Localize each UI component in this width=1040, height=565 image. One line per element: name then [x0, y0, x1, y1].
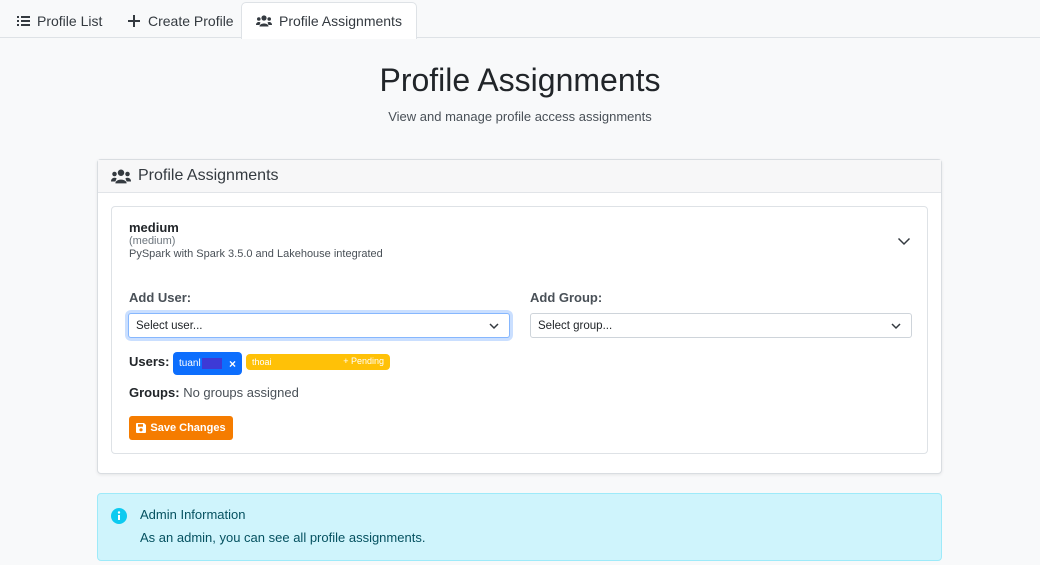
page-title: Profile Assignments: [379, 62, 661, 98]
admin-info-alert: Admin Information As an admin, you can s…: [97, 493, 942, 561]
chevron-down-icon: [891, 321, 901, 331]
profile-id: (medium): [129, 235, 176, 247]
alert-body: As an admin, you can see all profile ass…: [140, 530, 426, 545]
redaction-block: [201, 358, 222, 369]
add-user-select[interactable]: Select user...: [128, 313, 510, 338]
add-user-placeholder: Select user...: [136, 319, 203, 332]
save-changes-label: Save Changes: [150, 422, 226, 434]
alert-title: Admin Information: [140, 507, 246, 522]
groups-label: Groups:: [129, 385, 180, 400]
card-header: Profile Assignments: [98, 160, 941, 193]
chevron-down-icon: [489, 321, 499, 331]
tab-profile-list[interactable]: Profile List: [1, 2, 117, 38]
add-group-placeholder: Select group...: [538, 319, 613, 332]
chevron-down-icon[interactable]: [897, 234, 911, 248]
user-chip-name: tuanl: [179, 358, 201, 369]
users-label: Users:: [129, 354, 170, 369]
page-subtitle: View and manage profile access assignmen…: [388, 109, 652, 124]
tab-bar: Profile List Create Profile Profile Assi…: [0, 0, 1040, 39]
pending-user-chip: thoai + Pending: [246, 354, 390, 370]
card-title: Profile Assignments: [138, 167, 279, 184]
tab-create-profile[interactable]: Create Profile: [112, 2, 249, 38]
save-icon: [136, 423, 147, 433]
profile-name: medium: [129, 220, 179, 235]
tab-label: Profile Assignments: [279, 13, 402, 29]
add-group-select[interactable]: Select group...: [530, 313, 912, 338]
users-icon: [256, 14, 272, 28]
users-icon: [111, 168, 131, 184]
pending-user-name: thoai: [252, 357, 272, 367]
profile-description: PySpark with Spark 3.5.0 and Lakehouse i…: [129, 248, 383, 260]
tab-label: Create Profile: [148, 12, 234, 29]
tab-label: Profile List: [37, 12, 103, 29]
pending-badge: + Pending: [343, 356, 384, 366]
list-icon: [16, 14, 30, 28]
user-chip: tuanl ×: [173, 352, 242, 375]
profile-item: medium (medium) PySpark with Spark 3.5.0…: [111, 206, 928, 454]
assignments-card: Profile Assignments medium (medium) PySp…: [97, 159, 942, 474]
add-user-label: Add User:: [129, 290, 192, 305]
groups-row: Groups: No groups assigned: [129, 385, 299, 400]
remove-user-button[interactable]: ×: [229, 357, 236, 371]
groups-value: No groups assigned: [183, 385, 299, 400]
plus-icon: [127, 14, 141, 28]
add-group-label: Add Group:: [530, 290, 603, 305]
save-changes-button[interactable]: Save Changes: [129, 416, 233, 440]
tab-profile-assignments[interactable]: Profile Assignments: [241, 2, 417, 39]
info-icon: [111, 508, 127, 524]
